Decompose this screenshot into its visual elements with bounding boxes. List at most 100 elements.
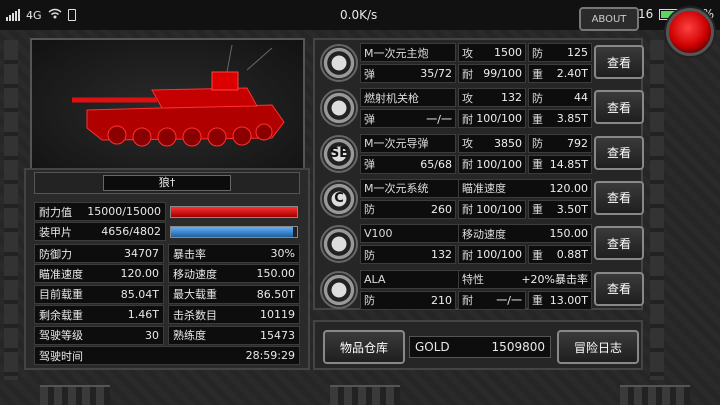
attr-label: 耐 bbox=[462, 294, 473, 307]
stat-value: 15473 bbox=[260, 328, 295, 342]
about-button[interactable]: ABOUT bbox=[579, 7, 639, 31]
left-rail bbox=[4, 40, 18, 380]
equipment-row: 燃射机关枪 攻 132 防 44 弹 一/一 耐 100/100 重 3.85T 查看 bbox=[318, 87, 644, 129]
durability-label: 耐力值 bbox=[39, 205, 72, 219]
attr-label: 弹 bbox=[364, 112, 375, 126]
attr-value: 100/100 bbox=[476, 112, 522, 126]
attr-value: 13.00T bbox=[549, 293, 588, 307]
attr-value: 35/72 bbox=[420, 67, 452, 80]
equipment-name: M一次元主炮 bbox=[364, 46, 429, 60]
equipment-row: M一次元主炮 攻 1500 防 125 弹 35/72 耐 99/100 重 2.40T … bbox=[318, 42, 644, 84]
adventure-log-button[interactable]: 冒险日志 bbox=[557, 330, 639, 364]
stat-row: 目前载重 85.04T 最大载重 86.50T bbox=[34, 284, 300, 304]
drive-time-label: 驾驶时间 bbox=[39, 349, 83, 363]
attr-value: 一/一 bbox=[426, 112, 452, 126]
attr-value: 3.85T bbox=[556, 112, 588, 126]
attr-label: 特性 bbox=[462, 273, 484, 286]
attr-label: 防 bbox=[364, 203, 375, 217]
attr-value: 44 bbox=[574, 91, 588, 105]
attr-value: 792 bbox=[567, 136, 588, 150]
warehouse-button[interactable]: 物品仓库 bbox=[323, 330, 405, 364]
bottom-gear-decor bbox=[40, 385, 110, 405]
attr-label: 防 bbox=[364, 248, 375, 262]
stat-value: 85.04T bbox=[120, 287, 159, 301]
drive-time-row: 驾驶时间 28:59:29 bbox=[34, 346, 300, 365]
stat-row: 防御力 34707 暴击率 30% bbox=[34, 244, 300, 263]
view-button[interactable]: 查看 bbox=[594, 271, 644, 306]
attr-label: 攻 bbox=[462, 91, 473, 105]
tank-name: 狼† bbox=[103, 175, 231, 191]
network-type: 4G bbox=[26, 8, 42, 22]
right-rail bbox=[650, 40, 664, 380]
notification-icon bbox=[67, 9, 76, 21]
attr-value: 120.00 bbox=[549, 181, 589, 195]
equipment-row: SE M一次元导弹 攻 3850 防 792 弹 65/68 耐 100/100 重 14… bbox=[318, 133, 644, 175]
attr-value: 3850 bbox=[494, 136, 522, 150]
stat-value: 30% bbox=[270, 247, 295, 260]
attr-value: 132 bbox=[431, 248, 452, 262]
durability-value: 15000/15000 bbox=[87, 205, 161, 218]
attr-label: 防 bbox=[532, 46, 543, 60]
armor-bar bbox=[170, 225, 298, 238]
equipment-name: M一次元导弹 bbox=[364, 137, 429, 151]
attr-label: 防 bbox=[364, 294, 375, 307]
stat-row: 驾驶等级 30 熟练度 15473 bbox=[34, 325, 300, 345]
equipment-row: ALA 特性 +20%暴击率 防 210 耐 一/一 重 13.00T 查看 bbox=[318, 269, 644, 311]
stat-row: 剩余载重 1.46T 击杀数目 10119 bbox=[34, 305, 300, 325]
attr-label: 耐 bbox=[462, 158, 473, 172]
gold-label: GOLD bbox=[415, 340, 450, 354]
attr-label: 弹 bbox=[364, 158, 375, 172]
armor-label: 装甲片 bbox=[39, 225, 72, 239]
attr-value: 一/一 bbox=[496, 294, 522, 307]
attr-label: 耐 bbox=[462, 248, 473, 262]
stat-label: 目前载重 bbox=[39, 288, 83, 302]
attr-label: 耐 bbox=[462, 67, 473, 81]
attr-value: 210 bbox=[431, 293, 452, 307]
attr-label: 防 bbox=[532, 91, 543, 105]
attr-value: 65/68 bbox=[420, 157, 452, 171]
stat-label: 暴击率 bbox=[173, 247, 206, 261]
view-button[interactable]: 查看 bbox=[594, 45, 644, 79]
chip-icon bbox=[320, 270, 358, 309]
armor-row: 装甲片 4656/4802 bbox=[34, 222, 300, 241]
stat-value: 10119 bbox=[260, 308, 295, 322]
stat-label: 击杀数目 bbox=[173, 308, 217, 322]
engine-icon bbox=[320, 225, 358, 264]
equipment-row: V100 移动速度 150.00 防 132 耐 100/100 重 0.88T 查看 bbox=[318, 223, 644, 265]
attr-value: 14.85T bbox=[549, 157, 588, 171]
stat-row: 瞄准速度 120.00 移动速度 150.00 bbox=[34, 264, 300, 284]
view-button[interactable]: 查看 bbox=[594, 135, 644, 170]
attr-label: 耐 bbox=[462, 112, 473, 126]
durability-row: 耐力值 15000/15000 bbox=[34, 202, 300, 221]
tank-preview bbox=[30, 38, 305, 170]
stat-label: 移动速度 bbox=[173, 267, 217, 281]
record-button[interactable] bbox=[666, 8, 714, 56]
attr-label: 攻 bbox=[462, 137, 473, 151]
attr-label: 重 bbox=[532, 67, 543, 81]
attr-label: 攻 bbox=[462, 46, 473, 60]
stat-value: 1.46T bbox=[127, 308, 159, 322]
stat-label: 剩余载重 bbox=[39, 308, 83, 322]
view-button[interactable]: 查看 bbox=[594, 180, 644, 215]
attr-label: 重 bbox=[532, 158, 543, 172]
machinegun-icon bbox=[320, 89, 358, 128]
armor-value: 4656/4802 bbox=[101, 225, 161, 238]
equipment-name: M一次元系统 bbox=[364, 182, 429, 196]
attr-label: 重 bbox=[532, 294, 543, 307]
bottom-gear-decor bbox=[330, 385, 400, 405]
attr-label: 弹 bbox=[364, 67, 375, 81]
durability-bar bbox=[170, 205, 298, 218]
attr-label: 防 bbox=[532, 137, 543, 151]
stat-label: 最大载重 bbox=[173, 288, 217, 302]
attr-value: 99/100 bbox=[483, 67, 522, 80]
stat-value: 34707 bbox=[124, 247, 159, 260]
attr-value: 125 bbox=[567, 46, 588, 59]
equipment-name: 燃射机关枪 bbox=[364, 91, 419, 105]
attr-value: +20%暴击率 bbox=[521, 273, 588, 286]
view-button[interactable]: 查看 bbox=[594, 226, 644, 261]
view-button[interactable]: 查看 bbox=[594, 90, 644, 125]
tank-name-bar: 狼† bbox=[34, 172, 300, 194]
network-speed: 0.0K/s bbox=[340, 8, 378, 22]
attr-value: 100/100 bbox=[476, 202, 522, 216]
stat-label: 防御力 bbox=[39, 247, 72, 261]
